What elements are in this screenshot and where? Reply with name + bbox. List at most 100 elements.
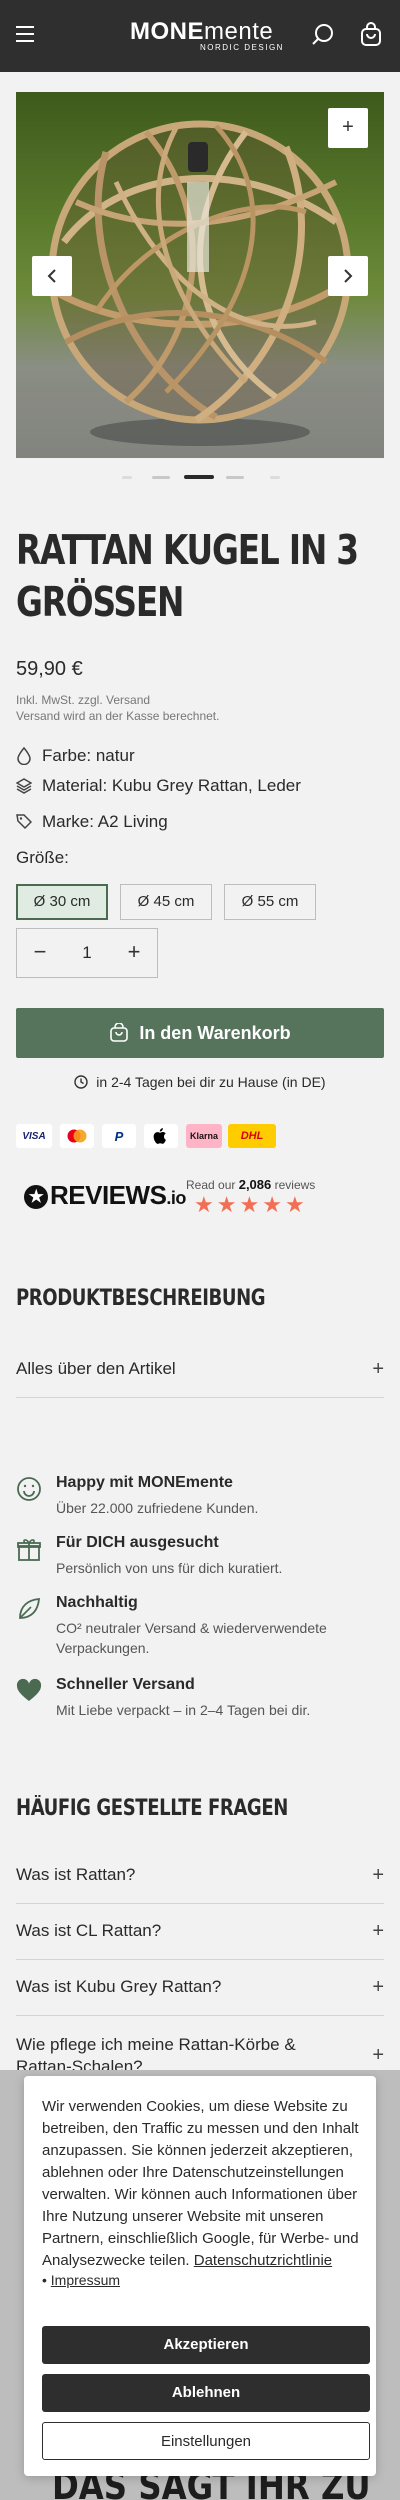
leaf-icon <box>19 1598 40 1619</box>
usp-shipping: Schneller Versand Mit Liebe verpackt – i… <box>16 1676 384 1726</box>
faq-heading: Häufig gestellte Fragen <box>16 1796 288 1821</box>
gallery-dot[interactable] <box>122 476 132 479</box>
reviews-prefix: Read our <box>186 1178 236 1192</box>
reviews-star-badge-icon: ★ <box>24 1185 48 1209</box>
smile-icon <box>17 1477 41 1501</box>
privacy-policy-link[interactable]: Datenschutzrichtlinie <box>194 2252 332 2269</box>
star-icon: ★ <box>216 1192 237 1217</box>
clock-icon <box>74 1075 89 1089</box>
star-icon: ★ <box>284 1192 305 1217</box>
logo-main-light: mente <box>204 18 274 45</box>
logo-sub: NORDIC DESIGN <box>200 43 284 52</box>
description-accordion[interactable]: Alles über den Artikel + <box>16 1344 384 1398</box>
plus-icon: + <box>372 1976 384 1998</box>
size-option-55[interactable]: Ø 55 cm <box>224 884 316 920</box>
cart-icon <box>110 1023 129 1042</box>
attribute-material: Material: Kubu Grey Rattan, Leder <box>16 774 301 798</box>
delivery-info: in 2-4 Tagen bei dir zu Hause (in DE) <box>0 1074 400 1090</box>
prev-image-button[interactable] <box>32 256 72 296</box>
faq-item[interactable]: Was ist CL Rattan? + <box>16 1904 384 1960</box>
tag-icon <box>16 814 32 830</box>
paypal-icon: P <box>102 1124 136 1148</box>
layers-icon <box>16 778 32 794</box>
visa-icon: VISA <box>16 1124 52 1148</box>
impressum-label: Impressum <box>50 2272 121 2288</box>
product-image-gallery[interactable]: + <box>16 92 384 458</box>
size-option-30[interactable]: Ø 30 cm <box>16 884 108 920</box>
reviews-suffix: reviews <box>274 1178 316 1192</box>
add-to-cart-button[interactable]: In den Warenkorb <box>16 1008 384 1058</box>
dhl-icon: DHL <box>228 1124 276 1148</box>
quantity-increase-button[interactable]: + <box>111 929 157 977</box>
gallery-dot[interactable] <box>270 476 280 479</box>
logo-main: MONE <box>130 18 204 45</box>
klarna-icon: Klarna <box>186 1124 222 1148</box>
attribute-brand: Marke: A2 Living <box>16 810 168 834</box>
star-icon: ★ <box>262 1192 282 1217</box>
add-to-cart-label: In den Warenkorb <box>139 1022 291 1043</box>
plus-icon: + <box>372 1864 384 1886</box>
usp-curated-title: Für DICH ausgesucht <box>56 1534 219 1551</box>
usp-happy-title: Happy mit MONEmente <box>56 1474 233 1491</box>
gallery-dot[interactable] <box>226 476 244 479</box>
reviews-count: 2,086 <box>238 1177 272 1192</box>
faq-question: Was ist CL Rattan? <box>16 1921 162 1940</box>
mastercard-icon <box>60 1124 94 1148</box>
menu-icon[interactable] <box>16 26 38 44</box>
usp-sustainable-desc: CO² neutraler Versand & wiederverwendete… <box>56 1620 327 1656</box>
description-accordion-label: Alles über den Artikel <box>16 1359 176 1378</box>
cookie-text: Wir verwenden Cookies, um diese Website … <box>42 2096 362 2272</box>
tax-line2: Versand wird an der Kasse berechnet. <box>16 709 220 723</box>
impressum-link[interactable]: • Impressum <box>42 2272 120 2288</box>
delivery-text: in 2-4 Tagen bei dir zu Hause (in DE) <box>96 1074 326 1090</box>
apple-pay-icon <box>144 1124 178 1148</box>
cart-icon[interactable] <box>358 22 384 48</box>
cookie-banner: Wir verwenden Cookies, um diese Website … <box>24 2076 376 2476</box>
usp-happy-desc: Über 22.000 zufriedene Kunden. <box>56 1500 259 1516</box>
size-label: Größe: <box>16 848 69 867</box>
usp-shipping-desc: Mit Liebe verpackt – in 2–4 Tagen bei di… <box>56 1702 311 1718</box>
cookie-settings-button[interactable]: Einstellungen <box>42 2422 370 2460</box>
reviews-stars: ★ ★ ★ ★ ★ <box>194 1192 308 1218</box>
chevron-right-icon <box>344 269 353 283</box>
logo[interactable]: MONEmente NORDIC DESIGN <box>130 18 282 54</box>
plus-icon: + <box>372 2044 384 2066</box>
drop-icon <box>17 747 31 765</box>
usp-curated: Für DICH ausgesucht Persönlich von uns f… <box>16 1534 384 1584</box>
plus-icon: + <box>372 1358 384 1380</box>
faq-item[interactable]: Was ist Kubu Grey Rattan? + <box>16 1960 384 2016</box>
product-title: Rattan Kugel in 3 Größen <box>16 524 359 628</box>
usp-sustainable: Nachhaltig CO² neutraler Versand & wiede… <box>16 1594 384 1664</box>
star-icon: ★ <box>239 1192 260 1217</box>
star-icon: ★ <box>194 1192 214 1217</box>
gallery-dot[interactable] <box>152 476 170 479</box>
faq-question: Was ist Kubu Grey Rattan? <box>16 1977 222 1996</box>
quantity-value[interactable]: 1 <box>63 929 111 977</box>
reviews-logo-suffix: .io <box>166 1188 186 1208</box>
gallery-dots <box>0 474 400 482</box>
gift-icon <box>17 1539 41 1561</box>
reviews-summary[interactable]: Read our 2,086 reviews <box>186 1177 315 1192</box>
reviews-io-logo[interactable]: ★ REVIEWS.io <box>24 1180 186 1211</box>
usp-sustainable-title: Nachhaltig <box>56 1594 138 1611</box>
next-image-button[interactable] <box>328 256 368 296</box>
search-icon[interactable] <box>310 22 336 48</box>
tax-note: Inkl. MwSt. zzgl. Versand Versand wird a… <box>16 692 219 724</box>
quantity-stepper: − 1 + <box>16 928 158 978</box>
attribute-color-label: Farbe: natur <box>42 746 135 765</box>
cookie-accept-button[interactable]: Akzeptieren <box>42 2326 370 2364</box>
description-heading: Produktbeschreibung <box>16 1286 266 1311</box>
usp-happy: Happy mit MONEmente Über 22.000 zufriede… <box>16 1474 384 1524</box>
faq-item[interactable]: Was ist Rattan? + <box>16 1848 384 1904</box>
heart-icon <box>16 1678 42 1701</box>
attribute-material-label: Material: Kubu Grey Rattan, Leder <box>42 776 301 795</box>
plus-icon: + <box>372 1920 384 1942</box>
size-option-45[interactable]: Ø 45 cm <box>120 884 212 920</box>
cookie-message: Wir verwenden Cookies, um diese Website … <box>42 2098 359 2269</box>
gallery-dot-active[interactable] <box>184 475 214 479</box>
chevron-left-icon <box>47 269 56 283</box>
product-price: 59,90 € <box>16 658 83 680</box>
zoom-button[interactable]: + <box>328 108 368 148</box>
quantity-decrease-button[interactable]: − <box>17 929 63 977</box>
cookie-reject-button[interactable]: Ablehnen <box>42 2374 370 2412</box>
